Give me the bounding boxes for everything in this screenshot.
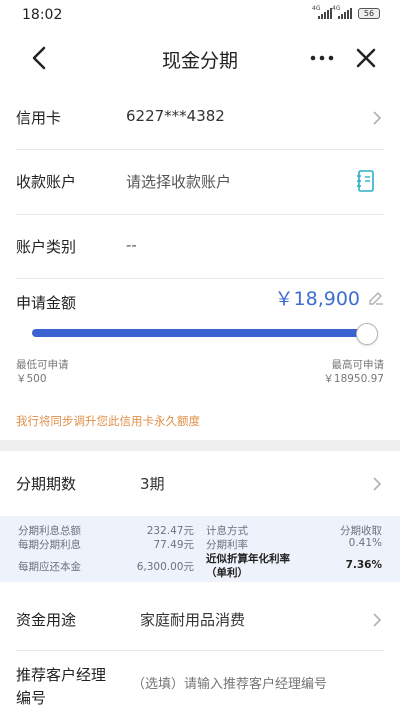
divider <box>16 214 384 215</box>
installment-rate-value: 0.41% <box>348 537 382 549</box>
section-divider <box>0 440 400 451</box>
chevron-right-icon <box>373 111 382 125</box>
credit-limit-notice: 我行将同步调升您此信用卡永久额度 <box>16 414 200 428</box>
payee-account-label: 收款账户 <box>16 173 77 191</box>
amount-value[interactable]: ￥18,900 <box>275 284 360 311</box>
per-principal-label: 每期应还本金 <box>18 561 81 573</box>
fund-usage-label: 资金用途 <box>16 611 77 629</box>
interest-method-label: 计息方式 <box>206 525 248 537</box>
nav-bar: 现金分期 <box>0 32 400 84</box>
manager-label-line2: 编号 <box>16 689 47 707</box>
credit-card-label: 信用卡 <box>16 109 62 127</box>
signal-icon-2: 4G <box>332 5 352 19</box>
account-type-label: 账户类别 <box>16 238 77 256</box>
network-type-2: 4G <box>332 5 341 12</box>
per-principal-value: 6,300.00元 <box>136 561 194 573</box>
close-icon[interactable] <box>352 44 380 72</box>
max-amount-value: ￥18950.97 <box>323 373 384 385</box>
chevron-right-icon <box>373 613 382 627</box>
total-interest-label: 分期利息总额 <box>18 525 81 537</box>
payee-account-placeholder: 请选择收款账户 <box>126 173 232 191</box>
divider <box>16 278 384 279</box>
fund-usage-value: 家庭耐用品消费 <box>140 611 246 629</box>
annual-rate-value: 7.36% <box>345 559 382 571</box>
installment-period-label: 分期期数 <box>16 475 77 493</box>
page-title: 现金分期 <box>161 50 238 72</box>
contact-book-icon[interactable] <box>356 170 376 192</box>
network-type: 4G <box>312 5 321 12</box>
annual-rate-sublabel: （单利） <box>206 567 248 579</box>
max-amount-label: 最高可申请 <box>331 359 385 371</box>
amount-slider-track[interactable] <box>32 329 368 337</box>
interest-method-value: 分期收取 <box>340 525 382 537</box>
manager-id-input[interactable] <box>132 674 372 694</box>
total-interest-value: 232.47元 <box>146 525 194 537</box>
status-bar: 18:02 4G 4G 56 <box>0 0 400 32</box>
manager-label-line1: 推荐客户经理 <box>16 666 107 684</box>
per-interest-value: 77.49元 <box>153 539 194 551</box>
min-amount-label: 最低可申请 <box>16 359 69 371</box>
status-icons: 4G 4G 56 <box>312 5 380 19</box>
status-time: 18:02 <box>22 7 63 23</box>
signal-icon: 4G <box>312 5 332 19</box>
battery-icon: 56 <box>358 8 380 19</box>
edit-icon[interactable] <box>368 290 384 306</box>
chevron-right-icon <box>373 477 382 491</box>
account-type-value: -- <box>126 236 137 254</box>
annual-rate-label: 近似折算年化利率 <box>206 553 290 565</box>
divider <box>16 149 384 150</box>
amount-label: 申请金额 <box>16 294 77 312</box>
more-icon[interactable] <box>308 44 336 72</box>
per-interest-label: 每期分期利息 <box>18 539 81 551</box>
installment-rate-label: 分期利率 <box>206 539 248 551</box>
installment-period-value: 3期 <box>140 475 165 493</box>
amount-slider-thumb[interactable] <box>356 323 378 345</box>
divider <box>16 650 384 651</box>
min-amount-value: ￥500 <box>16 373 47 385</box>
credit-card-number: 6227***4382 <box>126 107 225 125</box>
